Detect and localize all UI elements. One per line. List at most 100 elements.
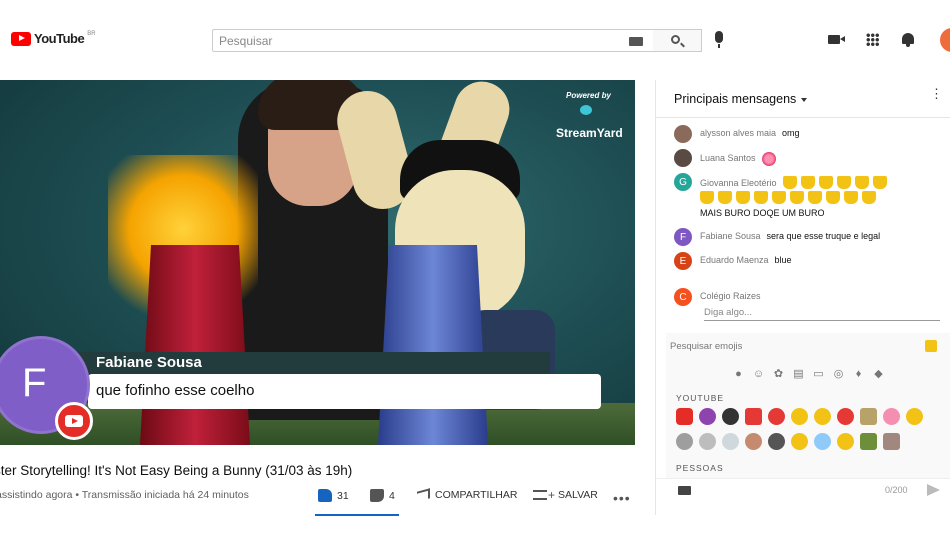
chat-composer-author: C Colégio Raizes	[674, 288, 767, 306]
chat-input-row: 0/200	[656, 478, 950, 515]
thumbs-down-emoji-icon	[862, 191, 876, 205]
overlay-avatar-letter: F	[22, 361, 47, 405]
save-label: SALVAR	[558, 489, 598, 501]
smiley-category-icon[interactable]: ☺	[752, 367, 765, 380]
face-emoji-icon[interactable]	[814, 408, 831, 425]
chat-input-underline	[704, 320, 940, 321]
thumbs-down-emoji-icon	[872, 176, 887, 190]
youtube-emoji-row	[676, 408, 923, 425]
bowtie-emoji-icon[interactable]	[791, 408, 808, 425]
like-count: 31	[337, 489, 349, 502]
composer-avatar: C	[674, 288, 692, 306]
popcorn-emoji-icon[interactable]	[699, 433, 716, 450]
save-button[interactable]: SALVAR	[533, 488, 598, 502]
notifications-bell-icon[interactable]	[902, 33, 914, 47]
top-bar: YouTube BR Pesquisar	[0, 0, 950, 78]
youtube-play-icon	[11, 31, 31, 46]
chat-message-input[interactable]: Diga algo...	[704, 307, 752, 318]
chat-message[interactable]: G Giovanna Eleotério MAIS BURO DOQE UM B…	[674, 173, 944, 220]
target-emoji-icon[interactable]	[768, 408, 785, 425]
search-icon	[671, 35, 680, 44]
chat-author: alysson alves maia	[700, 128, 777, 138]
more-actions-button[interactable]: •••	[613, 490, 631, 506]
youtube-badge-icon	[55, 402, 93, 440]
dislike-button[interactable]: 4	[370, 489, 395, 502]
share-icon	[417, 488, 430, 502]
nature-category-icon[interactable]: ✿	[772, 367, 785, 380]
chat-mode-dropdown[interactable]: Principais mensagens	[674, 92, 796, 106]
youtube-emoji-row	[676, 433, 900, 450]
keyboard-icon[interactable]	[678, 486, 691, 495]
thumbs-down-emoji-icon	[790, 191, 804, 205]
video-meta: assistindo agora • Transmissão iniciada …	[0, 489, 249, 501]
box-emoji-icon[interactable]	[883, 433, 900, 450]
people-emoji-icon[interactable]	[860, 433, 877, 450]
thumbs-down-emoji-icon	[836, 176, 851, 190]
chat-header: Principais mensagens ⋮	[656, 80, 950, 118]
camera-emoji-icon[interactable]	[768, 433, 785, 450]
building-emoji-icon[interactable]	[745, 408, 762, 425]
thumbs-down-emoji-icon	[754, 191, 768, 205]
emoji-category-tabs: ● ☺ ✿ ▤ ▭ ◎ ♦ ◆	[732, 367, 885, 381]
youtube-logo[interactable]: YouTube BR	[11, 31, 96, 46]
microphone-icon[interactable]	[715, 31, 723, 48]
wave-emoji-icon[interactable]	[906, 408, 923, 425]
laugh-emoji-icon[interactable]	[791, 433, 808, 450]
emoji-search-input[interactable]: Pesquisar emojis	[670, 341, 742, 352]
chat-message[interactable]: E Eduardo Maenza blue	[674, 252, 792, 270]
hands-emoji-icon[interactable]	[883, 408, 900, 425]
chat-message[interactable]: Luana Santos	[674, 149, 776, 167]
youtube-category-icon[interactable]: ●	[732, 367, 745, 380]
thumbs-down-emoji-icon	[736, 191, 750, 205]
chevron-down-icon[interactable]	[801, 98, 807, 102]
emoji-section-youtube: YOUTUBE	[676, 393, 725, 403]
chat-message[interactable]: alysson alves maia omg	[674, 125, 800, 143]
heart-emoji-icon[interactable]	[837, 408, 854, 425]
streamyard-logo-icon	[580, 105, 592, 115]
send-icon[interactable]	[927, 484, 940, 496]
share-label: COMPARTILHAR	[435, 489, 518, 501]
overlay-comment-text: que fofinho esse coelho	[96, 382, 255, 399]
search-input[interactable]: Pesquisar	[212, 29, 654, 52]
apps-grid-icon[interactable]	[866, 33, 879, 46]
thumbs-down-emoji-icon	[818, 176, 833, 190]
thinking-emoji-icon[interactable]	[837, 433, 854, 450]
travel-category-icon[interactable]: ▭	[812, 367, 825, 380]
emoji-section-people: PESSOAS	[676, 463, 724, 473]
leaf-emoji-icon[interactable]	[676, 433, 693, 450]
symbols-category-icon[interactable]: ◆	[872, 367, 885, 380]
food-category-icon[interactable]: ▤	[792, 367, 805, 380]
video-player[interactable]: Powered by StreamYard Fabiane Sousa que …	[0, 80, 635, 445]
more-vert-icon[interactable]: ⋮	[930, 87, 943, 100]
like-button[interactable]: 31	[318, 489, 349, 502]
thumbs-up-icon	[318, 489, 332, 502]
share-button[interactable]: COMPARTILHAR	[417, 488, 518, 502]
account-avatar[interactable]	[940, 28, 950, 52]
video-scene-red-cup	[140, 245, 250, 445]
search-button[interactable]	[653, 29, 702, 52]
keyboard-icon[interactable]	[629, 37, 643, 46]
emoji-picker-toggle-icon[interactable]	[925, 340, 937, 352]
phone-emoji-icon[interactable]	[860, 408, 877, 425]
dancer-emoji-icon[interactable]	[699, 408, 716, 425]
objects-category-icon[interactable]: ♦	[852, 367, 865, 380]
cat-emoji-icon[interactable]	[745, 433, 762, 450]
ghost-emoji-icon[interactable]	[814, 433, 831, 450]
create-video-icon[interactable]	[828, 35, 845, 44]
chat-avatar	[674, 125, 692, 143]
like-ratio-bar	[315, 514, 399, 516]
gear-emoji-icon[interactable]	[722, 408, 739, 425]
search-placeholder: Pesquisar	[219, 34, 273, 48]
logo-region: BR	[87, 30, 96, 37]
chat-message[interactable]: F Fabiane Sousa sera que esse truque e le…	[674, 228, 880, 246]
live-chat-panel: Principais mensagens ⋮ alysson alves mai…	[655, 80, 950, 515]
youtube-logo-emoji-icon[interactable]	[676, 408, 693, 425]
thumbs-down-emoji-icon	[854, 176, 869, 190]
thumbs-down-emoji-icon	[782, 176, 797, 190]
candle-emoji-icon[interactable]	[722, 433, 739, 450]
chat-author: Fabiane Sousa	[700, 231, 761, 241]
activities-category-icon[interactable]: ◎	[832, 367, 845, 380]
thumbs-down-emoji-icon	[772, 191, 786, 205]
chat-text: MAIS BURO DOQE UM BURO	[700, 208, 825, 219]
chat-text: sera que esse truque e legal	[766, 231, 881, 241]
